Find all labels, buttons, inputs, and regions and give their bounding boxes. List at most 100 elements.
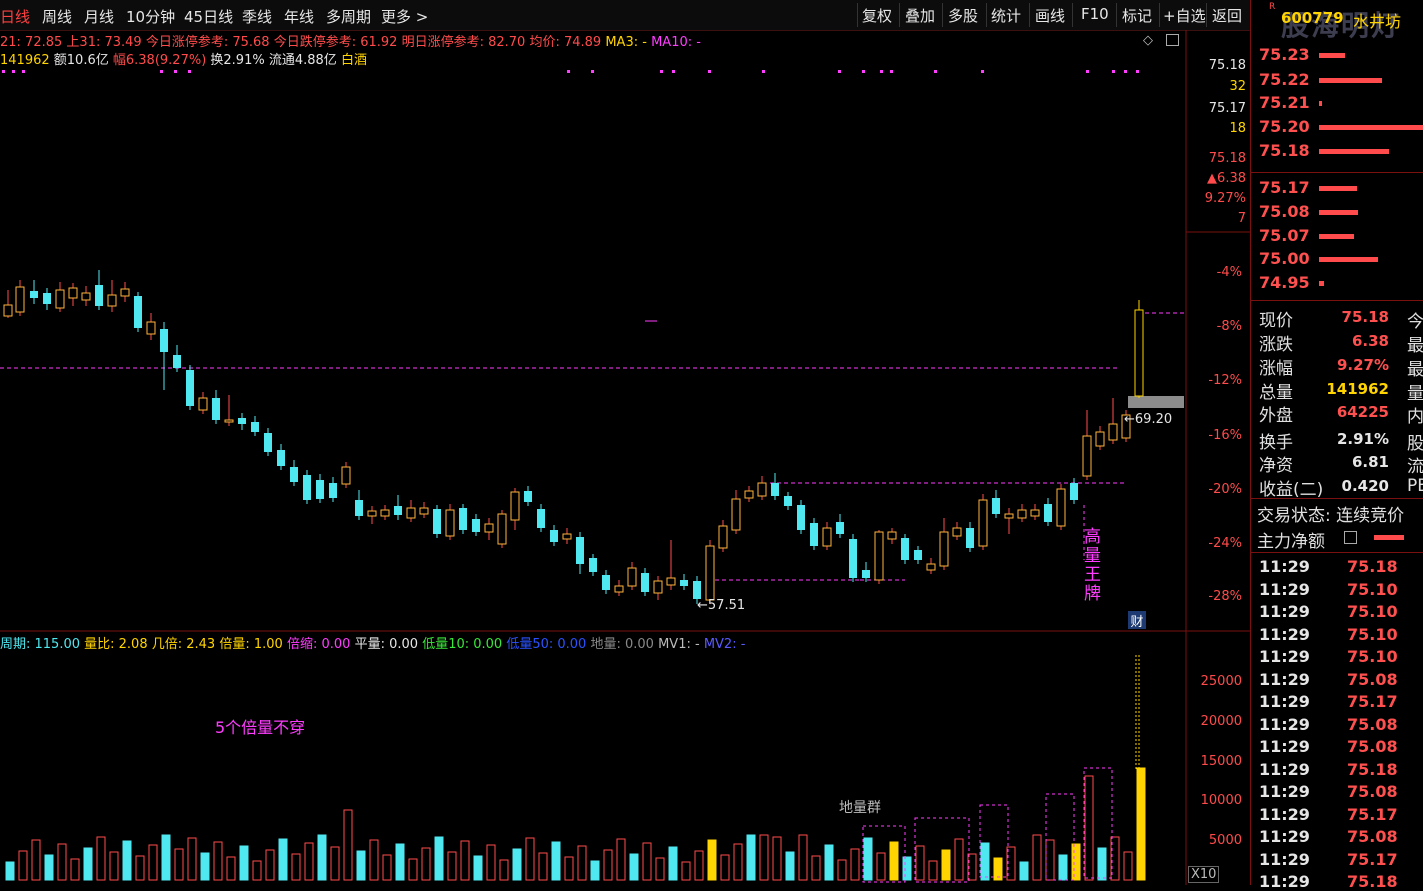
order-book-bar (1319, 234, 1354, 239)
volume-bar (200, 852, 210, 881)
volume-bar (96, 836, 106, 881)
candle-body (81, 292, 91, 301)
vol-axis-25000: 25000 (1200, 674, 1242, 689)
volume-bar (1032, 834, 1042, 881)
diliang50-value: 低量50: 0.00 (506, 637, 587, 652)
candle-body (68, 287, 78, 299)
volume-bar (811, 855, 821, 881)
quote-value: 0.420 (1341, 477, 1389, 495)
candle-body (887, 531, 897, 540)
candle-body (589, 558, 597, 572)
candle-body (874, 531, 884, 581)
candle-body (355, 500, 363, 516)
axis-change-pct: 9.27% (1204, 191, 1246, 206)
volume-bar (213, 841, 223, 881)
candle-body (1082, 435, 1092, 477)
candle-body (433, 509, 441, 534)
axis-pct-28: -28% (1208, 589, 1242, 604)
axis-price-now: 75.18 (1208, 151, 1246, 166)
volume-bar (343, 809, 353, 881)
volume-bar (18, 850, 28, 881)
volume-bar (733, 843, 743, 881)
volume-bar (421, 847, 431, 881)
axis-mid-price: 75.17 (1208, 101, 1246, 116)
mark-price-value: 69.20 (1134, 412, 1173, 427)
finance-icon[interactable]: 财 (1128, 611, 1146, 630)
candle-body (705, 545, 715, 601)
volume-bar (291, 853, 301, 881)
low-price-label: ←57.51 (697, 598, 746, 613)
volume-bar (265, 849, 275, 881)
candle-body (497, 513, 507, 545)
candle-body (771, 483, 779, 496)
volume-bar (395, 843, 405, 881)
signal-dot (160, 70, 163, 73)
quote-clipped-label: 最 (1407, 360, 1423, 380)
tick-price: 75.17 (1347, 804, 1398, 824)
volume-indicator-line: 周期: 115.00 量比: 2.08 几倍: 2.43 倍量: 1.00 倍缩… (0, 633, 745, 652)
volume-ratio-value: 量比: 2.08 (84, 637, 148, 652)
volume-bar (603, 849, 613, 881)
candle-body (576, 537, 584, 564)
candle-body (160, 329, 168, 352)
volume-bar (135, 855, 145, 881)
candle-body (550, 530, 558, 542)
tick-time: 11:29 (1259, 669, 1310, 689)
volume-bar (499, 859, 509, 881)
volume-bar (460, 840, 470, 881)
volume-bar (915, 845, 925, 881)
volume-bar (798, 834, 808, 881)
tick-time: 11:29 (1259, 782, 1310, 801)
signal-dot (934, 70, 937, 73)
volume-bar (31, 839, 41, 881)
candle-body (1095, 431, 1105, 447)
candle-body (537, 509, 545, 528)
tick-price: 75.10 (1347, 602, 1398, 621)
vol-axis-10000: 10000 (1200, 793, 1242, 808)
candle-body (653, 580, 663, 594)
zoom-x10-button[interactable]: X10 (1188, 866, 1220, 883)
candle-body (107, 294, 117, 307)
candle-body (316, 480, 324, 499)
signal-dot (12, 70, 15, 73)
candle-body (939, 531, 949, 567)
tick-price: 75.08 (1347, 827, 1398, 846)
volume-bar (824, 844, 834, 881)
candle-body (731, 498, 741, 531)
volume-bar (759, 834, 769, 881)
volume-bar (642, 842, 652, 881)
signal-dot (567, 70, 570, 73)
quote-value: 6.81 (1351, 453, 1389, 471)
volume-bar (785, 851, 795, 881)
tick-time: 11:29 (1259, 872, 1310, 891)
signal-dot (762, 70, 765, 73)
volume-bar (694, 850, 704, 881)
tick-price: 75.08 (1347, 669, 1398, 689)
candle-body (43, 293, 51, 304)
quote-value: 75.18 (1341, 308, 1389, 326)
quote-clipped-label: 最 (1407, 336, 1423, 356)
candle-body (120, 288, 130, 297)
candle-body (524, 491, 532, 502)
kline-chart[interactable] (0, 0, 1250, 885)
tick-time: 11:29 (1259, 692, 1310, 711)
volume-bar (616, 838, 626, 881)
tick-time: 11:29 (1259, 714, 1310, 734)
tick-price: 75.10 (1347, 624, 1398, 644)
candle-body (55, 289, 65, 309)
candle-body (15, 286, 25, 313)
volume-bar (5, 861, 15, 881)
tick-price: 75.18 (1347, 557, 1398, 576)
candle-body (784, 496, 792, 506)
axis-pct-16: -16% (1208, 428, 1242, 443)
signal-dot (1124, 70, 1127, 73)
volume-bar (1071, 843, 1081, 881)
list-icon[interactable] (1344, 531, 1357, 544)
axis-pct-20: -20% (1208, 482, 1242, 497)
volume-bar (551, 841, 561, 881)
candle-body (329, 483, 337, 498)
volume-bar (655, 857, 665, 881)
quote-clipped-label: 今 (1407, 312, 1423, 332)
quote-clipped-label: 流 (1407, 457, 1423, 477)
candle-body (849, 539, 857, 578)
